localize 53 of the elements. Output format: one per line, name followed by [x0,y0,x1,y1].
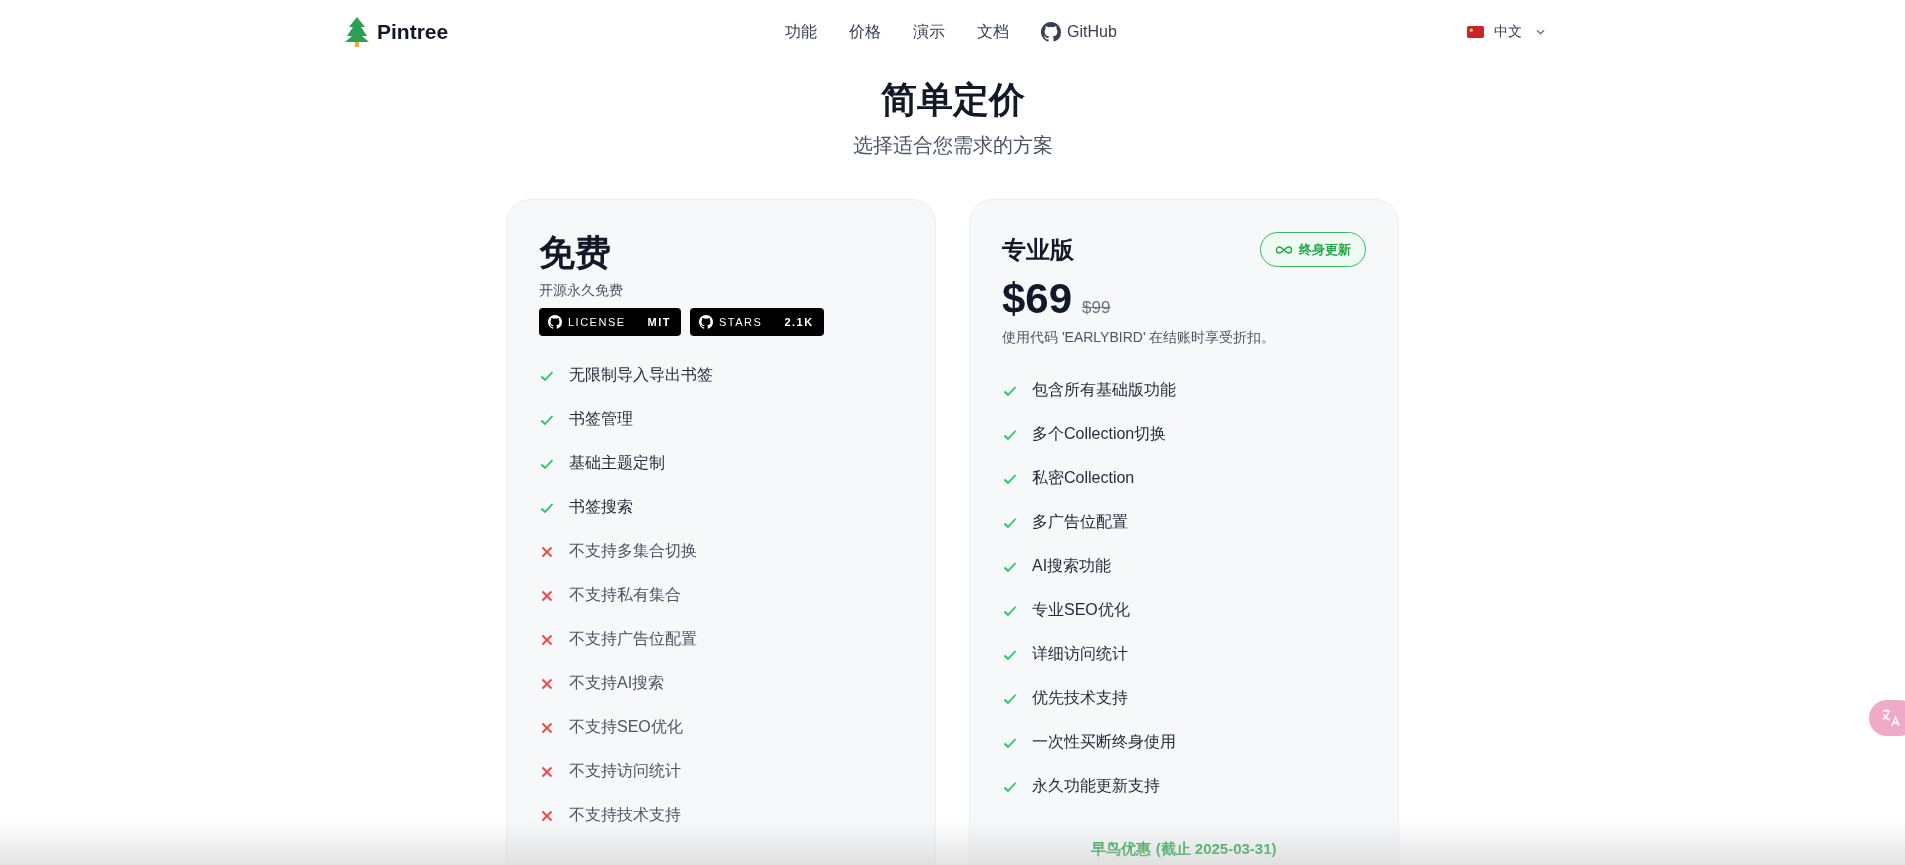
feature-text: 不支持AI搜索 [569,673,665,693]
feature-text: 包含所有基础版功能 [1032,380,1176,400]
feature-text: 不支持广告位配置 [569,629,697,649]
github-badge[interactable]: LICENSE MIT [539,308,682,336]
nav-link[interactable]: GitHub [1041,22,1117,42]
nav-link[interactable]: 功能 [785,21,817,43]
feature-text: 多个Collection切换 [1032,424,1167,444]
feature-text: 多广告位配置 [1032,512,1128,532]
badge-value: 2.1K [784,316,814,328]
nav-link[interactable]: 文档 [977,21,1009,43]
github-badge[interactable]: STARS 2.1K [690,308,824,336]
old-price: $99 [1082,298,1111,318]
feature-text: 详细访问统计 [1032,644,1128,664]
flag-icon [1467,26,1484,38]
price: $69 [1002,275,1073,323]
badge-label: LICENSE [568,316,626,328]
feature-text: 书签搜索 [569,497,633,517]
feature-text: 不支持SEO优化 [569,717,683,737]
translate-button[interactable] [1869,700,1905,736]
feature-text: 私密Collection [1032,468,1135,488]
infinity-icon [1275,244,1293,255]
page-title: 简单定价 [879,78,1026,122]
badge-value: MIT [647,316,672,328]
nav-link[interactable]: 价格 [849,21,881,43]
brand-name[interactable]: Pintree [377,20,449,44]
lifetime-badge: 终身更新 [1260,232,1366,267]
page-subtitle: 选择适合您需求的方案 [851,133,1054,158]
github-icon [699,315,714,329]
feature-text: 一次性买断终身使用 [1032,732,1176,752]
translate-icon [1881,708,1901,728]
badge-label: STARS [719,316,763,328]
github-icon [1041,22,1061,42]
feature-text: 不支持私有集合 [569,585,681,605]
feature-text: AI搜索功能 [1032,556,1112,576]
tree-logo-icon [345,17,369,47]
feature-text: 无限制导入导出书签 [569,365,713,385]
discount-note: 使用代码 'EARLYBIRD' 在结账时享受折扣。 [1002,329,1277,347]
feature-text: 不支持访问统计 [569,761,681,781]
feature-text: 专业SEO优化 [1032,600,1130,620]
feature-text: 不支持多集合切换 [569,541,697,561]
feature-text: 优先技术支持 [1032,688,1128,708]
early-bird-offer: 早鸟优惠 (截止 2025-03-31) [1090,840,1278,859]
plan-name: 专业版 [1002,234,1074,265]
feature-text: 书签管理 [569,409,633,429]
plan-name: 免费 [539,232,612,274]
chevron-down-icon [1536,29,1545,35]
feature-text: 不支持技术支持 [569,805,681,825]
language-selector[interactable]: 中文 [1467,23,1545,41]
feature-text: 基础主题定制 [569,453,665,473]
github-icon [548,315,562,329]
plan-description: 开源永久免费 [539,282,624,300]
nav-link[interactable]: 演示 [913,21,945,43]
feature-text: 永久功能更新支持 [1032,776,1160,796]
